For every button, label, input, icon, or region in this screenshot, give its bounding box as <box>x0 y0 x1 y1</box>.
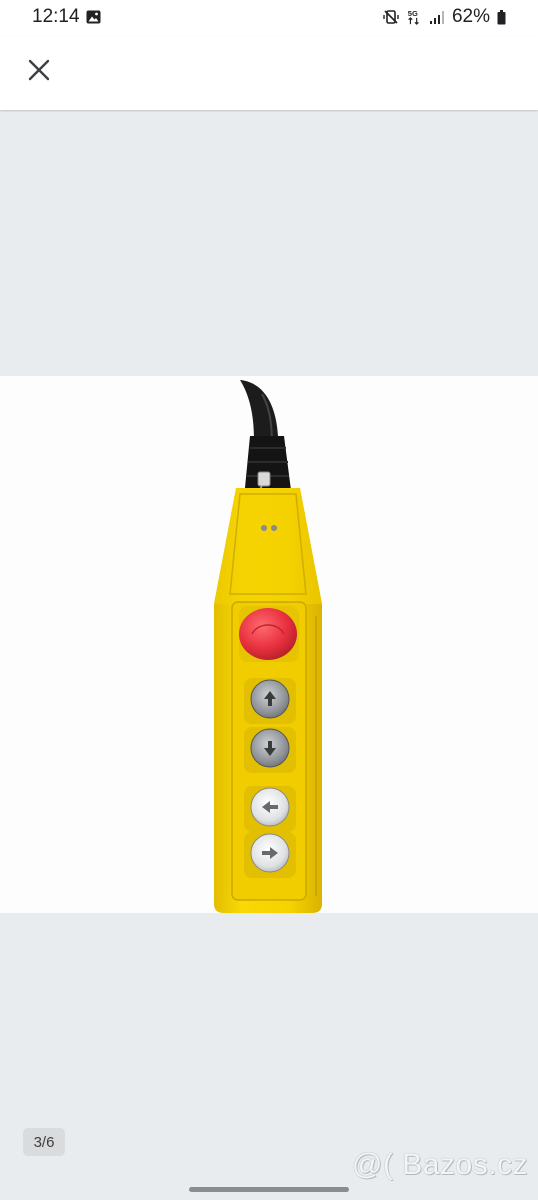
battery-icon <box>497 9 506 24</box>
watermark: @( Bazos.cz <box>352 1148 528 1181</box>
status-bar: 12:14 5G 62% <box>0 0 538 36</box>
mute-vibrate-icon <box>383 10 399 24</box>
crane-pendant-control-photo <box>214 380 322 913</box>
image-viewer[interactable] <box>0 112 538 1182</box>
5g-icon: 5G <box>408 9 419 25</box>
battery-percentage: 62% <box>451 6 490 27</box>
page-counter: 3/6 <box>23 1128 65 1156</box>
app-header <box>0 36 538 110</box>
signal-icon <box>429 11 444 24</box>
close-icon <box>28 59 50 81</box>
close-button[interactable] <box>22 53 56 87</box>
svg-text:5G: 5G <box>408 9 418 18</box>
gallery-icon <box>86 10 101 24</box>
status-icons: 5G 62% <box>383 6 506 28</box>
product-photo[interactable] <box>0 376 538 913</box>
home-indicator[interactable] <box>189 1187 349 1192</box>
status-time: 12:14 <box>32 6 80 27</box>
